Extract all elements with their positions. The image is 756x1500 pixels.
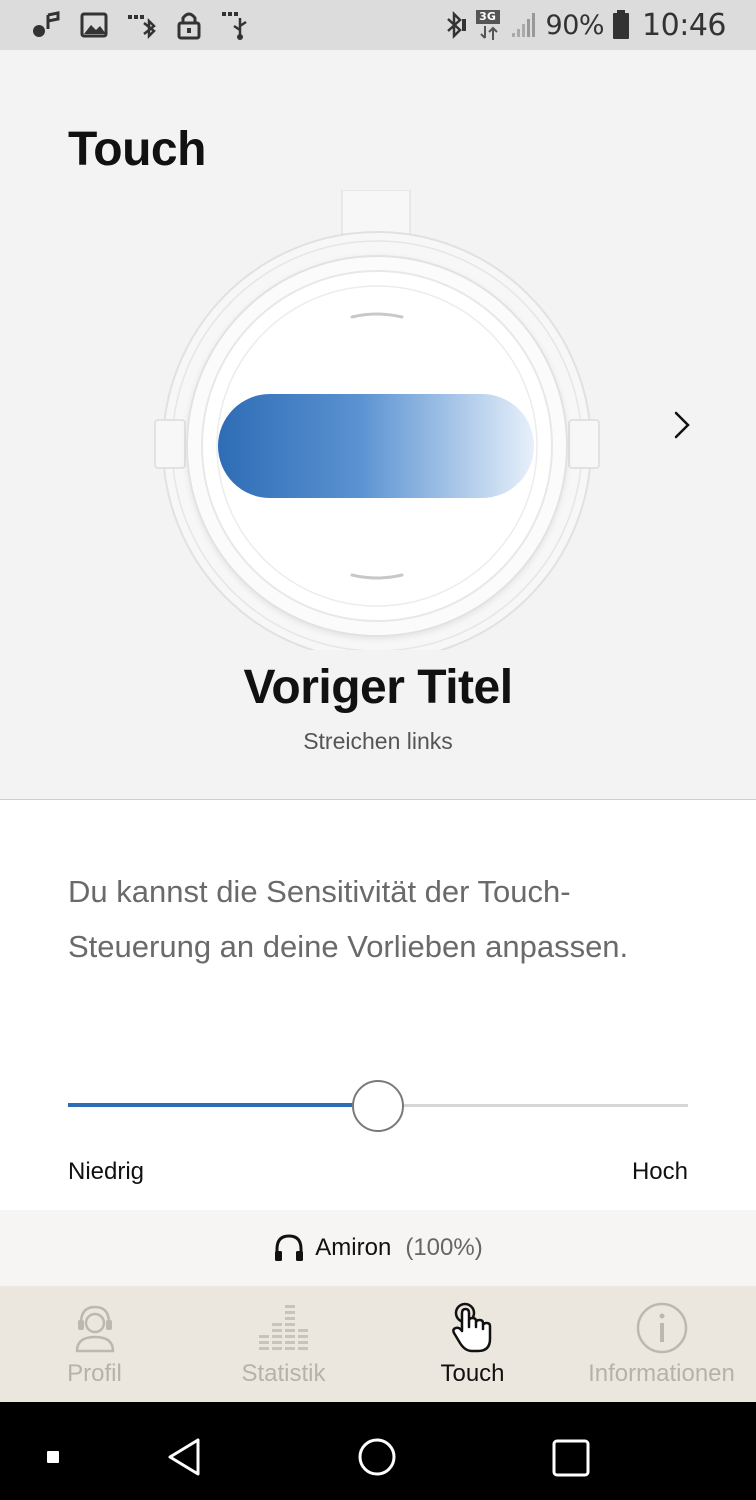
- device-name: Amiron: [315, 1234, 392, 1261]
- nav-label: Profil: [67, 1360, 122, 1387]
- sensitivity-description: Du kannst die Sensitivität der Touch-Ste…: [68, 874, 629, 964]
- statistics-icon: [258, 1305, 308, 1350]
- home-icon[interactable]: [356, 1436, 398, 1478]
- nav-item-profil[interactable]: Profil: [0, 1286, 189, 1402]
- gesture-title: Voriger Titel: [243, 661, 513, 714]
- slider-thumb[interactable]: [352, 1080, 404, 1132]
- nav-item-informationen[interactable]: Informationen: [567, 1286, 756, 1402]
- nav-label: Informationen: [588, 1360, 735, 1387]
- info-icon: [636, 1302, 687, 1354]
- page-title: Touch: [68, 123, 206, 176]
- system-navigation-bar: [0, 1402, 756, 1500]
- image-icon: [80, 12, 108, 38]
- status-left-icons: [30, 10, 252, 40]
- profile-icon: [75, 1305, 114, 1353]
- bluetooth-music-icon: [33, 11, 60, 37]
- nav-item-statistik[interactable]: Statistik: [189, 1286, 378, 1402]
- battery-icon: [613, 10, 630, 39]
- bluetooth-dots-icon: [128, 15, 156, 39]
- slider-fill: [68, 1103, 378, 1107]
- bluetooth-icon: [446, 10, 466, 40]
- gesture-subtitle: Streichen links: [303, 728, 453, 754]
- status-right-icons: 3G 90% 10:46: [442, 8, 726, 43]
- signal-icon: [511, 13, 535, 37]
- lock-icon: [177, 12, 201, 40]
- earbud-illustration: [154, 190, 600, 650]
- menu-dot-icon[interactable]: [46, 1450, 60, 1464]
- nav-label: Touch: [440, 1360, 505, 1387]
- usb-icon: [222, 12, 247, 40]
- network-3g-icon: 3G: [475, 10, 502, 40]
- swipe-gesture-highlight: [218, 394, 534, 498]
- slider-low-label: Niedrig: [68, 1158, 145, 1185]
- bottom-navigation: Profil Statistik Touch Informationen: [0, 1286, 756, 1402]
- touch-icon: [451, 1302, 491, 1353]
- clock: 10:46: [642, 7, 726, 43]
- chevron-right-icon[interactable]: [664, 405, 700, 445]
- back-icon[interactable]: [164, 1436, 206, 1478]
- nav-label: Statistik: [241, 1360, 326, 1387]
- status-bar: 3G 90% 10:46: [0, 0, 756, 50]
- sensitivity-slider[interactable]: [68, 1080, 688, 1132]
- connected-device-bar[interactable]: Amiron (100%): [0, 1210, 756, 1286]
- network-type-label: 3G: [475, 10, 500, 24]
- headphones-icon: [275, 1234, 304, 1261]
- battery-percent: 90%: [545, 9, 605, 41]
- recent-apps-icon[interactable]: [551, 1438, 591, 1478]
- gesture-panel: Touch Voriger Titel Streichen links: [0, 50, 756, 800]
- nav-item-touch[interactable]: Touch: [378, 1286, 567, 1402]
- slider-high-label: Hoch: [631, 1158, 688, 1185]
- device-battery: (100%): [405, 1234, 483, 1261]
